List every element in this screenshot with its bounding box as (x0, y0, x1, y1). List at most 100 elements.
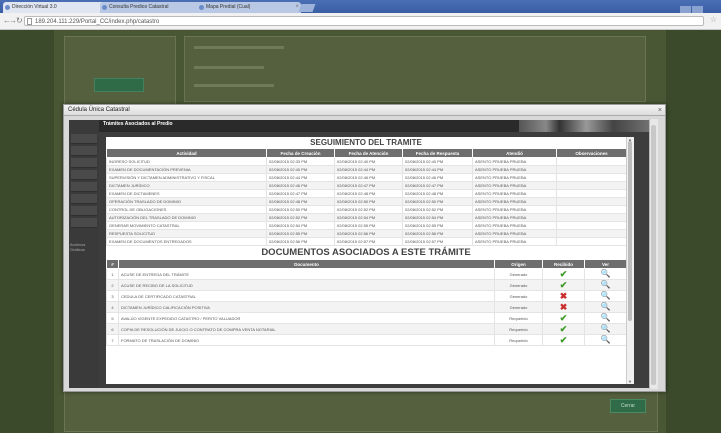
tab-title: Consulta Predios Catastral (109, 4, 169, 10)
bg-button (94, 78, 144, 92)
table-cell (556, 173, 626, 182)
table-row: GENERAR MOVIMIENTO CATASTRAL 02/08/2015 0… (106, 221, 626, 230)
table-cell: 02/08/2015 02:40 PM (266, 165, 335, 174)
table-cell: 02/08/2015 02:47 PM (334, 181, 403, 190)
table-cell: 02/08/2015 02:54 PM (402, 213, 473, 222)
table-cell: 02/08/2015 02:56 PM (266, 237, 335, 246)
doc-name: DICTAMEN JURÍDICO CALIFICACIÓN POSITIVA (118, 301, 495, 313)
browser-toolbar: ← → ↻ 189.204.111.229/Portal_CC/index.ph… (0, 13, 721, 30)
doc-view[interactable]: 🔍 (584, 268, 626, 280)
scroll-thumb[interactable] (628, 141, 632, 321)
doc-received: ✖ (542, 301, 585, 313)
table-cell: 02/08/2015 02:52 PM (266, 213, 335, 222)
table-cell: 02/08/2015 02:44 PM (334, 165, 403, 174)
doc-view[interactable]: 🔍 (584, 290, 626, 302)
table-row: CONTROL DE OBLIGACIONES 02/08/2015 02:50 … (106, 205, 626, 214)
table-cell: ASENTO PRUEBA PRUEBA (472, 229, 557, 238)
doc-name: ACUSE DE RECIBO DE LA SOLICITUD (118, 279, 495, 291)
sidebar-item[interactable] (71, 206, 97, 216)
reload-icon[interactable]: ↻ (16, 16, 23, 25)
table-cell: 02/08/2015 02:44 PM (266, 173, 335, 182)
sidebar-item[interactable] (71, 146, 97, 156)
sidebar-item[interactable] (71, 182, 97, 192)
table-cell: 02/08/2015 02:48 PM (266, 197, 335, 206)
modal-title: Cédula Única Catastral (68, 107, 130, 113)
magnifier-icon[interactable]: 🔍 (601, 281, 611, 290)
doc-number: 1 (106, 268, 119, 280)
magnifier-icon[interactable]: 🔍 (601, 303, 611, 312)
sidebar-item[interactable] (71, 158, 97, 168)
doc-number: 4 (106, 301, 119, 313)
magnifier-icon[interactable]: 🔍 (601, 270, 611, 279)
sidebar-label[interactable]: Archivos Gráficos (70, 242, 98, 252)
browser-tab-bar: Dirección Virtual 3.0 × Consulta Predios… (0, 0, 721, 32)
magnifier-icon[interactable]: 🔍 (601, 325, 611, 334)
panel-scrollbar[interactable]: ▲ ▼ (626, 137, 634, 384)
doc-origin: Generado (494, 279, 543, 291)
browser-tab-3[interactable]: Mapa Predial (Cual) × (197, 2, 301, 13)
table-cell: 02/08/2015 02:55 PM (334, 221, 403, 230)
magnifier-icon[interactable]: 🔍 (601, 314, 611, 323)
doc-view[interactable]: 🔍 (584, 279, 626, 291)
browser-tab-2[interactable]: Consulta Predios Catastral × (100, 2, 204, 13)
tracking-table: Actividad Fecha de Creación Fecha de Atenc… (106, 148, 626, 246)
doc-view[interactable]: 🔍 (584, 312, 626, 324)
table-cell: 02/08/2015 02:47 PM (266, 189, 335, 198)
table-row: RESPUESTA SOLICITUD 02/08/2015 02:55 PM 02… (106, 229, 626, 238)
sidebar-item[interactable] (71, 218, 97, 228)
documents-table: # Documento Origen Recibido Ver 1 ACUSE DE EN… (106, 259, 626, 346)
bg-line (194, 84, 274, 87)
table-cell: CONTROL DE OBLIGACIONES (106, 205, 267, 214)
column-header: Observaciones (556, 148, 626, 158)
cross-icon: ✖ (559, 291, 568, 301)
table-cell: AUTORIZACIÓN DEL TRASLADO DE DOMINIO (106, 213, 267, 222)
column-header: Origen (494, 259, 543, 269)
table-cell: ASENTO PRUEBA PRUEBA (472, 157, 557, 166)
table-cell: 02/08/2015 02:56 PM (402, 229, 473, 238)
doc-view[interactable]: 🔍 (584, 334, 626, 346)
documents-title: DOCUMENTOS ASOCIADOS A ESTE TRÁMITE (261, 247, 471, 258)
doc-name: CEDULA DE CERTIFICADO CATASTRAL (118, 290, 495, 302)
sidebar-item[interactable] (71, 170, 97, 180)
table-cell (556, 181, 626, 190)
document-row: 1 ACUSE DE ENTREGA DEL TRÁMITE Generado ✔ 🔍 (106, 268, 626, 280)
page-icon (27, 18, 32, 25)
table-cell: ASENTO PRUEBA PRUEBA (472, 181, 557, 190)
table-cell (556, 165, 626, 174)
modal-scrollbar[interactable] (649, 119, 658, 389)
scroll-down-icon[interactable]: ▼ (628, 379, 632, 384)
browser-tab-1[interactable]: Dirección Virtual 3.0 × (3, 2, 107, 13)
doc-view[interactable]: 🔍 (584, 323, 626, 335)
cedula-modal: Cédula Única Catastral × Archivos Gráfic… (63, 104, 666, 392)
doc-view[interactable]: 🔍 (584, 301, 626, 313)
table-cell (556, 197, 626, 206)
doc-origin: Requerido (494, 334, 543, 346)
table-cell (556, 205, 626, 214)
address-bar[interactable]: 189.204.111.229/Portal_CC/index.php/cata… (24, 16, 704, 26)
table-cell: 02/08/2015 02:46 PM (402, 173, 473, 182)
column-header: Fecha de Creación (266, 148, 335, 158)
sidebar-item[interactable] (71, 194, 97, 204)
scroll-thumb[interactable] (651, 125, 656, 385)
table-cell: 02/08/2015 02:55 PM (266, 229, 335, 238)
modal-close-icon[interactable]: × (658, 105, 662, 116)
doc-origin: Generado (494, 290, 543, 302)
doc-received: ✖ (542, 290, 585, 302)
table-cell: 02/08/2015 02:55 PM (402, 221, 473, 230)
table-cell (556, 221, 626, 230)
close-page-button[interactable]: Cerrar (610, 399, 646, 413)
table-cell: 02/08/2015 02:54 PM (334, 213, 403, 222)
document-row: 2 ACUSE DE RECIBO DE LA SOLICITUD Generado… (106, 279, 626, 291)
table-cell: 02/08/2015 02:46 PM (334, 173, 403, 182)
table-cell: ASENTO PRUEBA PRUEBA (472, 221, 557, 230)
new-tab-button[interactable] (298, 4, 316, 12)
sidebar-item[interactable] (71, 134, 97, 144)
table-cell: 02/08/2015 02:50 PM (266, 205, 335, 214)
bookmark-star-icon[interactable]: ☆ (710, 15, 717, 24)
doc-number: 2 (106, 279, 119, 291)
modal-sidebar: Archivos Gráficos (69, 120, 99, 388)
magnifier-icon[interactable]: 🔍 (601, 292, 611, 301)
table-cell: 02/08/2015 02:46 PM (266, 181, 335, 190)
magnifier-icon[interactable]: 🔍 (601, 336, 611, 345)
tab-title: Dirección Virtual 3.0 (12, 4, 57, 10)
